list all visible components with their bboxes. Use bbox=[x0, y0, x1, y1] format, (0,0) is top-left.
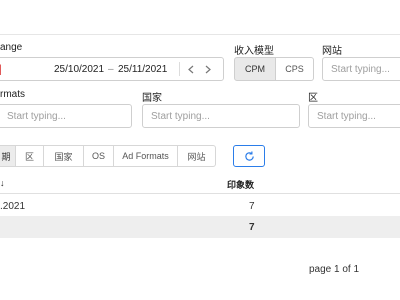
calendar-icon bbox=[0, 64, 1, 75]
date-range-label: ange bbox=[0, 42, 23, 53]
top-bar bbox=[0, 0, 400, 35]
date-start-value[interactable]: 25/10/2021 bbox=[54, 64, 104, 75]
total-row: 7 bbox=[0, 216, 400, 238]
site-label: 网站 bbox=[322, 46, 342, 57]
chevron-right-icon[interactable] bbox=[205, 65, 211, 74]
chevron-left-icon[interactable] bbox=[188, 65, 194, 74]
date-separator: – bbox=[108, 64, 114, 75]
country-placeholder: Start typing... bbox=[151, 111, 210, 122]
refresh-button[interactable] bbox=[233, 145, 265, 167]
pagination-text: page 1 of 1 bbox=[309, 264, 360, 275]
impressions-column-header[interactable]: 印象数 bbox=[227, 178, 254, 191]
date-range-picker[interactable]: 25/10/2021 – 25/11/2021 bbox=[0, 57, 224, 81]
site-input[interactable]: Start typing... bbox=[322, 57, 400, 81]
country-input[interactable]: Start typing... bbox=[142, 104, 300, 128]
ad-formats-label: rmats bbox=[0, 89, 25, 100]
tab-region[interactable]: 区 bbox=[16, 145, 44, 167]
group-by-tabs: 期 区 国家 OS Ad Formats 网站 bbox=[0, 145, 216, 167]
header-divider bbox=[0, 193, 400, 194]
ad-formats-input[interactable]: Start typing... bbox=[0, 104, 132, 128]
tab-date[interactable]: 期 bbox=[0, 145, 16, 167]
tab-os[interactable]: OS bbox=[84, 145, 114, 167]
region-placeholder: Start typing... bbox=[317, 111, 376, 122]
site-placeholder: Start typing... bbox=[331, 64, 390, 75]
row-date-cell: .2021 bbox=[0, 201, 26, 212]
divider bbox=[179, 62, 180, 76]
region-input[interactable]: Start typing... bbox=[308, 104, 400, 128]
ad-formats-placeholder: Start typing... bbox=[7, 111, 66, 122]
revenue-model-cps-button[interactable]: CPS bbox=[276, 57, 314, 81]
revenue-model-cpm-button[interactable]: CPM bbox=[234, 57, 276, 81]
refresh-icon bbox=[244, 151, 254, 161]
date-column-sort-icon[interactable]: ↓ bbox=[0, 178, 5, 188]
tab-country[interactable]: 国家 bbox=[44, 145, 84, 167]
tab-ad-formats[interactable]: Ad Formats bbox=[114, 145, 178, 167]
date-end-value[interactable]: 25/11/2021 bbox=[118, 64, 167, 75]
country-label: 国家 bbox=[142, 93, 162, 104]
tab-site[interactable]: 网站 bbox=[178, 145, 216, 167]
revenue-model-label: 收入模型 bbox=[234, 46, 274, 57]
region-label: 区 bbox=[308, 93, 318, 104]
row-impressions-cell: 7 bbox=[249, 201, 255, 212]
total-impressions-cell: 7 bbox=[249, 222, 255, 233]
